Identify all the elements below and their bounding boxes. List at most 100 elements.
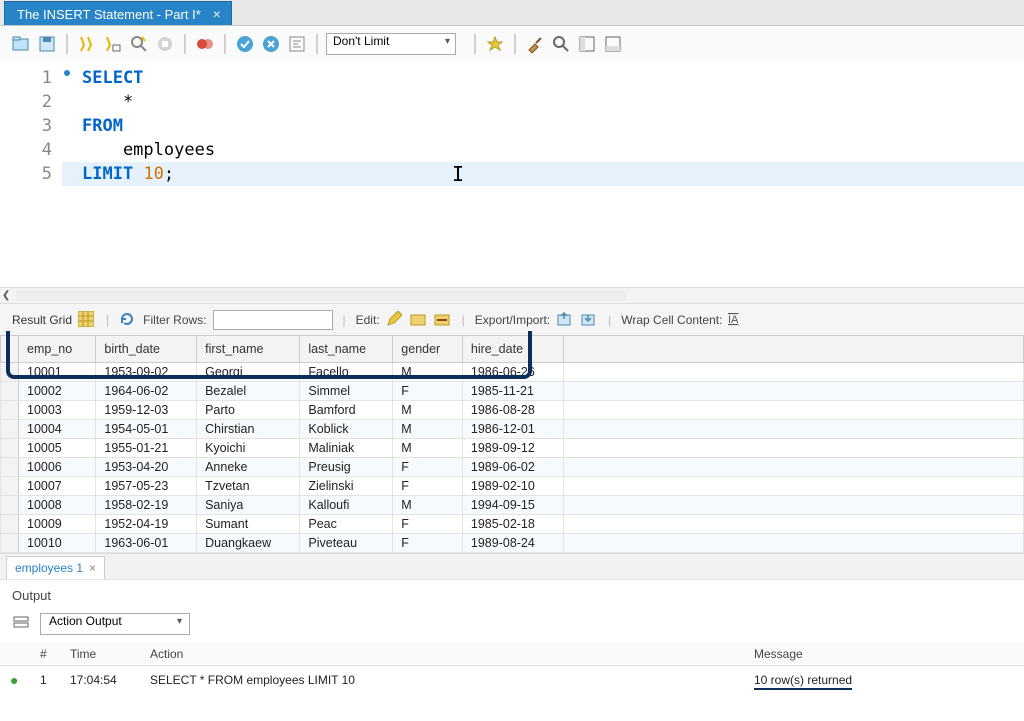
- cell[interactable]: Maliniak: [300, 439, 393, 458]
- cell[interactable]: 10006: [19, 458, 96, 477]
- cell[interactable]: 1964-06-02: [96, 382, 197, 401]
- panel2-icon[interactable]: [602, 33, 624, 55]
- cell[interactable]: Chirstian: [197, 420, 300, 439]
- result-grid[interactable]: emp_no birth_date first_name last_name g…: [0, 335, 1024, 553]
- panel1-icon[interactable]: [576, 33, 598, 55]
- limit-dropdown[interactable]: Don't Limit: [326, 33, 456, 55]
- table-row[interactable]: 100021964-06-02BezalelSimmelF1985-11-21: [1, 382, 1024, 401]
- cell[interactable]: Kyoichi: [197, 439, 300, 458]
- cell[interactable]: F: [393, 458, 463, 477]
- cell[interactable]: 10010: [19, 534, 96, 553]
- sql-editor[interactable]: 1 2 3 4 5 SELECT * FROM employees LIMIT …: [0, 62, 1024, 287]
- cell[interactable]: 1994-09-15: [462, 496, 563, 515]
- check-icon[interactable]: [234, 33, 256, 55]
- import-icon[interactable]: [580, 311, 598, 329]
- output-stack-icon[interactable]: [12, 615, 30, 633]
- cell[interactable]: 1989-02-10: [462, 477, 563, 496]
- result-tab[interactable]: employees 1 ×: [6, 556, 105, 579]
- cell[interactable]: F: [393, 515, 463, 534]
- cell[interactable]: 1955-01-21: [96, 439, 197, 458]
- cell[interactable]: 1985-11-21: [462, 382, 563, 401]
- filter-input[interactable]: [213, 310, 333, 330]
- cell[interactable]: Peac: [300, 515, 393, 534]
- cell[interactable]: 1957-05-23: [96, 477, 197, 496]
- cell[interactable]: M: [393, 439, 463, 458]
- cell[interactable]: 1958-02-19: [96, 496, 197, 515]
- cell[interactable]: M: [393, 496, 463, 515]
- file-tab[interactable]: The INSERT Statement - Part I* ×: [4, 1, 232, 25]
- cell[interactable]: 10001: [19, 363, 96, 382]
- grid-icon[interactable]: [78, 311, 96, 329]
- cell[interactable]: M: [393, 363, 463, 382]
- cell[interactable]: Kalloufi: [300, 496, 393, 515]
- commit-icon[interactable]: [194, 33, 216, 55]
- cell[interactable]: 1953-04-20: [96, 458, 197, 477]
- col-header[interactable]: first_name: [197, 336, 300, 363]
- cell[interactable]: 10002: [19, 382, 96, 401]
- cell[interactable]: 1953-09-02: [96, 363, 197, 382]
- cell[interactable]: M: [393, 401, 463, 420]
- table-row[interactable]: 100051955-01-21KyoichiMaliniakM1989-09-1…: [1, 439, 1024, 458]
- cell[interactable]: Bamford: [300, 401, 393, 420]
- edit-pencil-icon[interactable]: [386, 311, 404, 329]
- cell[interactable]: Anneke: [197, 458, 300, 477]
- open-icon[interactable]: [10, 33, 32, 55]
- refresh-icon[interactable]: [119, 311, 137, 329]
- cell[interactable]: Tzvetan: [197, 477, 300, 496]
- horizontal-scrollbar[interactable]: ❮: [0, 287, 1024, 303]
- table-row[interactable]: 100041954-05-01ChirstianKoblickM1986-12-…: [1, 420, 1024, 439]
- cell[interactable]: F: [393, 477, 463, 496]
- cell[interactable]: 10009: [19, 515, 96, 534]
- cell[interactable]: 1989-09-12: [462, 439, 563, 458]
- col-header[interactable]: birth_date: [96, 336, 197, 363]
- save-icon[interactable]: [36, 33, 58, 55]
- close-icon[interactable]: ×: [211, 8, 223, 20]
- cell[interactable]: 1963-06-01: [96, 534, 197, 553]
- table-row[interactable]: 100081958-02-19SaniyaKalloufiM1994-09-15: [1, 496, 1024, 515]
- cell[interactable]: Preusig: [300, 458, 393, 477]
- cell[interactable]: 1954-05-01: [96, 420, 197, 439]
- col-header[interactable]: last_name: [300, 336, 393, 363]
- execute-icon[interactable]: [76, 33, 98, 55]
- col-header[interactable]: gender: [393, 336, 463, 363]
- cell[interactable]: 1959-12-03: [96, 401, 197, 420]
- cell[interactable]: 10007: [19, 477, 96, 496]
- add-row-icon[interactable]: [410, 311, 428, 329]
- table-row[interactable]: 100061953-04-20AnnekePreusigF1989-06-02: [1, 458, 1024, 477]
- wrap-icon[interactable]: IA: [728, 311, 746, 329]
- table-row[interactable]: 100011953-09-02GeorgiFacelloM1986-06-26: [1, 363, 1024, 382]
- cell[interactable]: 10003: [19, 401, 96, 420]
- cell[interactable]: 10008: [19, 496, 96, 515]
- output-type-dropdown[interactable]: Action Output: [40, 613, 190, 635]
- cell[interactable]: Sumant: [197, 515, 300, 534]
- cell[interactable]: 1952-04-19: [96, 515, 197, 534]
- cell[interactable]: Saniya: [197, 496, 300, 515]
- cell[interactable]: 1989-08-24: [462, 534, 563, 553]
- table-row[interactable]: 100071957-05-23TzvetanZielinskiF1989-02-…: [1, 477, 1024, 496]
- log-row[interactable]: ● 1 17:04:54 SELECT * FROM employees LIM…: [0, 666, 1024, 695]
- col-header[interactable]: hire_date: [462, 336, 563, 363]
- cell[interactable]: 1986-08-28: [462, 401, 563, 420]
- cell[interactable]: 10004: [19, 420, 96, 439]
- cell[interactable]: 1989-06-02: [462, 458, 563, 477]
- beautify-icon[interactable]: [286, 33, 308, 55]
- cell[interactable]: Bezalel: [197, 382, 300, 401]
- code-area[interactable]: SELECT * FROM employees LIMIT 10; I: [62, 62, 1024, 287]
- close-icon[interactable]: ×: [89, 561, 96, 575]
- cell[interactable]: Simmel: [300, 382, 393, 401]
- cell[interactable]: 1986-06-26: [462, 363, 563, 382]
- cell[interactable]: F: [393, 534, 463, 553]
- brush-icon[interactable]: [524, 33, 546, 55]
- delete-row-icon[interactable]: [434, 311, 452, 329]
- cell[interactable]: Parto: [197, 401, 300, 420]
- table-row[interactable]: 100101963-06-01DuangkaewPiveteauF1989-08…: [1, 534, 1024, 553]
- explain-icon[interactable]: [128, 33, 150, 55]
- scrollbar-track[interactable]: [16, 291, 626, 301]
- cell[interactable]: 1986-12-01: [462, 420, 563, 439]
- cell[interactable]: M: [393, 420, 463, 439]
- cell[interactable]: 1985-02-18: [462, 515, 563, 534]
- cell[interactable]: 10005: [19, 439, 96, 458]
- table-row[interactable]: 100031959-12-03PartoBamfordM1986-08-28: [1, 401, 1024, 420]
- cell[interactable]: Koblick: [300, 420, 393, 439]
- col-header[interactable]: emp_no: [19, 336, 96, 363]
